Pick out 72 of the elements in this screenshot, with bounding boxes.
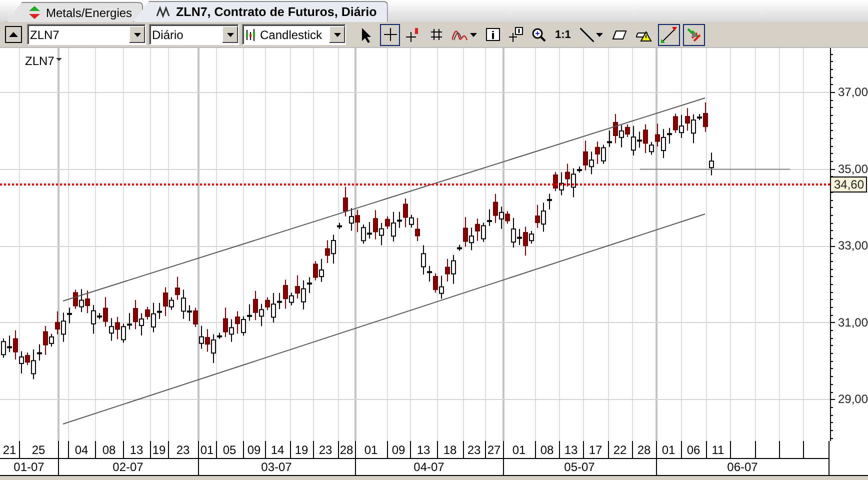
last-price-tag: 34,60	[830, 176, 867, 192]
price-tick-label: 31,00	[838, 315, 868, 330]
date-tick-label: 04	[74, 443, 88, 457]
dropdown-arrow-icon	[134, 32, 140, 36]
price-tick-label: 37,00	[838, 85, 868, 99]
date-tick-label: 09	[392, 443, 406, 457]
date-tick-label: 21	[2, 443, 16, 457]
date-tick-label: 13	[416, 443, 430, 457]
date-tick-label: 17	[588, 443, 602, 457]
date-tick-label: 23	[176, 443, 190, 457]
date-tick-label: 23	[467, 443, 481, 457]
crosshair-marker-icon	[406, 28, 420, 42]
up-triangle-icon	[9, 32, 18, 37]
move-tool[interactable]	[658, 24, 680, 46]
dropdown-arrow-icon	[334, 32, 340, 36]
chart-type-dropdown[interactable]: Candlestick	[242, 24, 346, 45]
plus-window-icon	[509, 27, 523, 42]
date-tick-label: 05	[222, 443, 236, 457]
crosshair-icon	[384, 28, 396, 41]
month-label: 02-07	[112, 460, 144, 474]
date-tick-label: 18	[443, 443, 457, 457]
crosshair-tool[interactable]	[380, 24, 400, 46]
trades-button[interactable]	[682, 24, 705, 46]
collapse-button[interactable]	[5, 26, 22, 43]
date-tick-label: 01	[364, 443, 378, 457]
eraser-icon	[612, 30, 627, 40]
dropdown-arrow-icon	[226, 32, 234, 36]
date-tick-label: 01	[200, 443, 214, 457]
pointer-icon	[361, 26, 373, 42]
up-down-arrows-icon	[29, 6, 40, 19]
zoom-icon	[532, 28, 546, 42]
date-tick-label: 19	[294, 443, 308, 457]
price-tick-label: 29,00	[838, 392, 868, 406]
ratio-button[interactable]: 1:1	[552, 24, 574, 46]
date-tick-label: 01	[512, 443, 526, 457]
price-tick-label: 33,00	[838, 238, 868, 253]
price-tick-label: 35,00	[838, 162, 868, 176]
month-label: 01-07	[14, 460, 44, 474]
month-label: 06-07	[727, 460, 758, 474]
date-tick-label: 01	[662, 443, 676, 457]
candlestick-icon	[245, 28, 256, 40]
tab[interactable]: ZLN7, Contrato de Futuros, Diário	[133, 1, 388, 22]
date-tick-label: 09	[247, 443, 261, 457]
tab[interactable]: Metals/Energies	[6, 2, 144, 22]
month-label: 05-07	[564, 460, 595, 474]
symbol-dropdown[interactable]: ZLN7	[27, 24, 146, 45]
date-tick-label: 22	[613, 443, 627, 457]
month-label: 03-07	[261, 460, 292, 474]
period-dropdown[interactable]: Diário	[149, 24, 239, 45]
grid-icon	[430, 29, 442, 40]
symbol-menu[interactable]: ZLN7	[25, 54, 62, 68]
caret-icon	[470, 32, 477, 36]
date-tick-label: 23	[318, 443, 332, 457]
date-tick-label: 06	[686, 443, 700, 457]
date-tick-label: 08	[102, 443, 116, 457]
date-tick-label: 13	[564, 443, 578, 457]
date-tick-label: 11	[712, 443, 724, 457]
date-tick-label: 19	[152, 443, 166, 457]
date-tick-label: 27	[487, 443, 501, 457]
diagonal-line-icon	[580, 28, 594, 42]
arrow-points-icon	[660, 26, 677, 42]
date-tick-label: 28	[340, 443, 354, 457]
date-tick-label: 14	[270, 443, 284, 457]
zigzag-icon	[156, 6, 170, 18]
date-tick-label: 25	[32, 443, 46, 457]
month-label: 04-07	[414, 460, 444, 474]
date-tick-label: 08	[540, 443, 554, 457]
caret-icon	[596, 32, 603, 36]
wave-icon	[452, 28, 468, 40]
date-tick-label: 28	[637, 443, 651, 457]
date-tick-label: 13	[130, 443, 144, 457]
info-icon	[486, 28, 500, 41]
